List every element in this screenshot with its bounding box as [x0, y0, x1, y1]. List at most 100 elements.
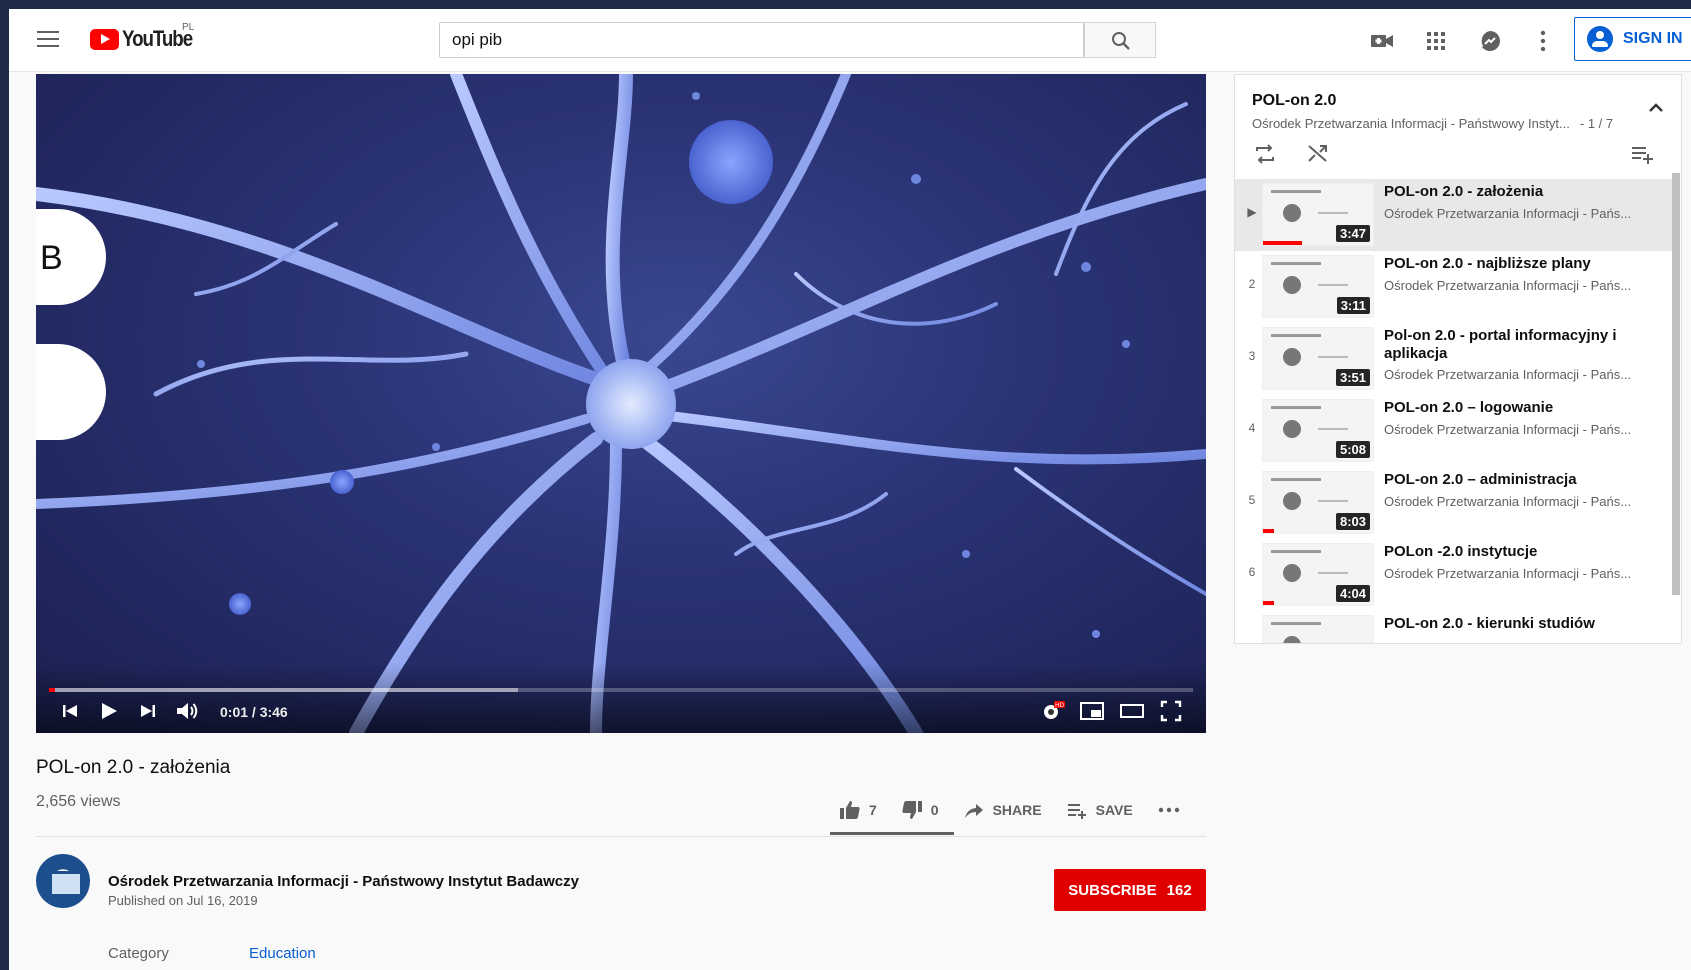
playlist-item-channel: Ośrodek Przetwarzania Informacji - Pańs.…: [1384, 494, 1632, 509]
playlist-panel: POL-on 2.0 Ośrodek Przetwarzania Informa…: [1234, 74, 1682, 644]
playlist-item-title[interactable]: POLon -2.0 instytucje: [1384, 543, 1664, 561]
share-icon: [964, 804, 983, 818]
subscribe-button[interactable]: SUBSCRIBE 162: [1054, 869, 1206, 911]
thumbnail-graphic: [1283, 420, 1301, 438]
messages-icon[interactable]: [1476, 27, 1504, 55]
thumbnail-graphic: [1283, 492, 1301, 510]
play-icon[interactable]: [96, 699, 120, 723]
more-actions-icon[interactable]: [1157, 799, 1181, 821]
search-button[interactable]: [1084, 22, 1156, 58]
playlist-item-thumbnail[interactable]: 3:51: [1262, 327, 1374, 390]
playlist-item-thumbnail[interactable]: 3:11: [1262, 255, 1374, 318]
video-title: POL-on 2.0 - założenia: [36, 757, 231, 778]
sign-in-button[interactable]: SIGN IN: [1574, 17, 1691, 61]
playlist-item-index: 6: [1248, 565, 1256, 579]
create-video-icon[interactable]: [1368, 27, 1396, 55]
playlist-item-thumbnail[interactable]: 8:03: [1262, 471, 1374, 534]
time-display: 0:01 / 3:46: [220, 704, 288, 720]
thumbnail-graphic: [1283, 564, 1301, 582]
playlist-item-duration: 4:04: [1335, 585, 1370, 602]
add-to-playlist-icon: [1067, 804, 1086, 819]
playlist-item[interactable]: ▶ 3:47 POL-on 2.0 - założenia Ośrodek Przet…: [1235, 179, 1675, 251]
playlist-item-title[interactable]: POL-on 2.0 – administracja: [1384, 471, 1664, 489]
search-input[interactable]: opi pib: [439, 22, 1084, 58]
playlist-item-title[interactable]: POL-on 2.0 - założenia: [1384, 183, 1664, 201]
playlist-item-duration: 3:47: [1335, 225, 1370, 242]
watched-progress: [1263, 241, 1302, 245]
playlist-item-thumbnail[interactable]: 5:08: [1262, 399, 1374, 462]
channel-avatar[interactable]: [36, 854, 90, 908]
like-button[interactable]: 7: [839, 799, 877, 821]
next-icon[interactable]: [136, 699, 160, 723]
previous-icon[interactable]: [58, 699, 82, 723]
playlist-item-title[interactable]: Pol-on 2.0 - portal informacyjny i aplik…: [1384, 327, 1664, 363]
publish-date: Published on Jul 16, 2019: [108, 893, 258, 908]
share-button[interactable]: SHARE: [963, 799, 1042, 821]
playlist-scrollbar[interactable]: [1672, 173, 1680, 595]
playlist-item-duration: 8:03: [1335, 513, 1370, 530]
playlist-item-index: 4: [1248, 421, 1256, 435]
menu-icon[interactable]: [37, 31, 59, 49]
category-link[interactable]: Education: [249, 945, 316, 962]
playlist-item-title[interactable]: POL-on 2.0 - najbliższe plany: [1384, 255, 1664, 273]
category-label: Category: [108, 945, 169, 962]
thumbnail-graphic: [1318, 572, 1348, 574]
subscriber-count: 162: [1166, 881, 1192, 899]
volume-icon[interactable]: [174, 699, 200, 723]
playlist-owner[interactable]: Ośrodek Przetwarzania Informacji - Państ…: [1252, 116, 1570, 131]
loop-playlist-icon[interactable]: [1252, 141, 1278, 167]
played-bar: [49, 688, 55, 692]
thumbnail-graphic: [1318, 356, 1348, 358]
channel-name[interactable]: Ośrodek Przetwarzania Informacji - Państ…: [108, 873, 579, 890]
playlist-item-thumbnail[interactable]: [1262, 615, 1374, 643]
save-button[interactable]: SAVE: [1066, 799, 1133, 821]
playlist-item-channel: Ośrodek Przetwarzania Informacji - Pańs.…: [1384, 422, 1632, 437]
controls-gradient: [36, 663, 1206, 733]
playlist-item[interactable]: 2 3:11 POL-on 2.0 - najbliższe plany Ośrode…: [1235, 251, 1675, 323]
playlist-item-index: 5: [1248, 493, 1256, 507]
youtube-window: YouTube PL opi pib SIGN IN B 0:01 / 3:46…: [9, 9, 1691, 970]
playlist-item[interactable]: 5 8:03 POL-on 2.0 – administracja Ośrodek P…: [1235, 467, 1675, 539]
save-playlist-icon[interactable]: [1629, 141, 1655, 167]
like-ratio-bar: [830, 832, 954, 835]
youtube-play-icon: [90, 28, 119, 50]
theater-mode-icon[interactable]: [1119, 699, 1145, 723]
thumbs-up-icon: [840, 801, 860, 819]
youtube-logo[interactable]: YouTube PL: [90, 22, 204, 52]
playlist-item[interactable]: 4 5:08 POL-on 2.0 – logowanie Ośrodek Przet…: [1235, 395, 1675, 467]
video-player[interactable]: B 0:01 / 3:46 HD: [36, 74, 1206, 733]
settings-icon[interactable]: HD: [1040, 699, 1066, 723]
playlist-item-thumbnail[interactable]: 4:04: [1262, 543, 1374, 606]
playlist-item[interactable]: 3 3:51 Pol-on 2.0 - portal informacyjny i …: [1235, 323, 1675, 395]
playlist-item[interactable]: 6 4:04 POLon -2.0 instytucje Ośrodek Przetw…: [1235, 539, 1675, 611]
thumbnail-graphic: [1318, 284, 1348, 286]
playlist-position: - 1 / 7: [1579, 116, 1614, 131]
playlist-item-index: 2: [1248, 277, 1256, 291]
apps-icon[interactable]: [1422, 27, 1450, 55]
shuffle-playlist-icon[interactable]: [1305, 141, 1331, 167]
more-options-icon[interactable]: [1529, 27, 1557, 55]
playlist-item-channel: Ośrodek Przetwarzania Informacji - Pańs.…: [1384, 206, 1632, 221]
playlist-item-title[interactable]: POL-on 2.0 – logowanie: [1384, 399, 1664, 417]
playlist-subtitle: Ośrodek Przetwarzania Informacji - Państ…: [1252, 116, 1613, 131]
playlist-item-title[interactable]: POL-on 2.0 - kierunki studiów: [1384, 615, 1664, 633]
info-divider: [36, 836, 1206, 837]
watched-progress: [1263, 529, 1274, 533]
search-icon: [1112, 32, 1130, 50]
playlist-title[interactable]: POL-on 2.0: [1252, 92, 1336, 110]
save-label: SAVE: [1095, 802, 1133, 818]
playlist-item-index: 3: [1248, 349, 1256, 363]
thumbnail-graphic: [1271, 478, 1321, 481]
thumbnail-graphic: [1271, 262, 1321, 265]
playlist-item-thumbnail[interactable]: 3:47: [1262, 183, 1374, 246]
miniplayer-icon[interactable]: [1079, 699, 1105, 723]
thumbs-down-icon: [902, 801, 922, 819]
collapse-playlist-icon[interactable]: [1645, 97, 1667, 119]
progress-bar[interactable]: [49, 688, 1193, 692]
dislike-button[interactable]: 0: [901, 799, 939, 821]
dislike-count: 0: [930, 802, 939, 818]
playlist-item[interactable]: POL-on 2.0 - kierunki studiów: [1235, 611, 1675, 643]
sentiment-bar: [830, 832, 954, 835]
fullscreen-icon[interactable]: [1159, 699, 1183, 723]
thumbnail-graphic: [1318, 428, 1348, 430]
